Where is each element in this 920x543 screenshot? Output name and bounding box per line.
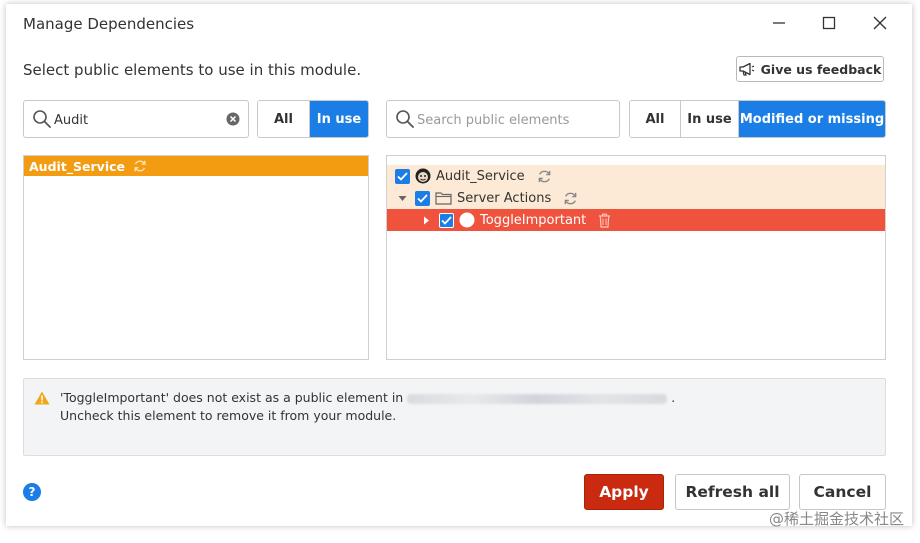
element-filter-in-use[interactable]: In use [681, 101, 739, 137]
element-tree: Audit_Service Server Actions ToggleImpor… [386, 155, 886, 360]
module-checkbox[interactable] [395, 168, 410, 184]
maximize-icon [822, 16, 836, 30]
checkmark-icon [417, 193, 428, 203]
folder-checkbox[interactable] [415, 190, 430, 206]
search-icon [396, 110, 414, 128]
give-feedback-button[interactable]: Give us feedback [736, 56, 884, 82]
element-filter-all[interactable]: All [630, 101, 681, 137]
action-checkbox[interactable] [439, 212, 454, 228]
trash-icon[interactable] [598, 213, 611, 228]
tree-row-action[interactable]: ToggleImportant [387, 209, 885, 231]
tree-folder-label: Server Actions [457, 190, 552, 206]
element-search-input[interactable] [415, 110, 614, 130]
module-search-input[interactable] [52, 110, 216, 130]
close-icon [873, 16, 887, 30]
module-list-item[interactable]: Audit_Service [24, 156, 368, 176]
element-search-box [386, 100, 620, 138]
redacted-module-name [407, 393, 668, 404]
refresh-icon[interactable] [133, 159, 147, 173]
cancel-button[interactable]: Cancel [799, 474, 886, 510]
server-action-icon [459, 212, 475, 228]
refresh-all-button[interactable]: Refresh all [675, 474, 790, 510]
maximize-button[interactable] [816, 12, 842, 34]
instruction-text: Select public elements to use in this mo… [23, 61, 362, 79]
tree-row-module[interactable]: Audit_Service [387, 165, 885, 187]
module-avatar-icon [415, 168, 431, 184]
tree-action-label: ToggleImportant [480, 212, 587, 228]
warning-line-1-end: . [671, 390, 676, 405]
help-button[interactable]: ? [23, 483, 41, 501]
checkmark-icon [397, 171, 408, 181]
element-filter-toggle: All In use Modified or missing [629, 100, 886, 138]
megaphone-icon [739, 62, 754, 76]
minimize-button[interactable] [766, 12, 792, 34]
module-filter-toggle: All In use [257, 100, 369, 138]
refresh-icon[interactable] [537, 169, 552, 184]
warning-message: 'ToggleImportant' does not exist as a pu… [23, 378, 886, 456]
tree-row-folder[interactable]: Server Actions [387, 187, 885, 209]
close-button[interactable] [867, 12, 893, 34]
search-icon [33, 110, 51, 128]
dialog-title: Manage Dependencies [23, 15, 195, 33]
caret-right-icon[interactable] [422, 216, 431, 225]
feedback-label: Give us feedback [760, 61, 882, 77]
module-name: Audit_Service [29, 158, 125, 174]
module-filter-all[interactable]: All [258, 101, 310, 137]
apply-button[interactable]: Apply [584, 474, 664, 510]
module-search-box [23, 100, 249, 138]
refresh-icon[interactable] [563, 191, 578, 206]
module-list: Audit_Service [23, 155, 369, 360]
module-filter-in-use[interactable]: In use [310, 101, 368, 137]
folder-icon [435, 192, 452, 205]
minimize-icon [773, 22, 785, 24]
clear-search-icon[interactable] [226, 112, 240, 126]
element-filter-modified-or-missing[interactable]: Modified or missing [739, 101, 885, 137]
watermark: @稀土掘金技术社区 [768, 510, 904, 528]
checkmark-icon [441, 215, 452, 225]
warning-line-2: Uncheck this element to remove it from y… [60, 408, 397, 423]
tree-module-label: Audit_Service [436, 168, 525, 184]
warning-icon [34, 391, 50, 405]
manage-dependencies-dialog: Manage Dependencies Select public elemen… [6, 4, 912, 526]
caret-down-icon[interactable] [398, 194, 407, 203]
warning-line-1: 'ToggleImportant' does not exist as a pu… [60, 390, 404, 405]
